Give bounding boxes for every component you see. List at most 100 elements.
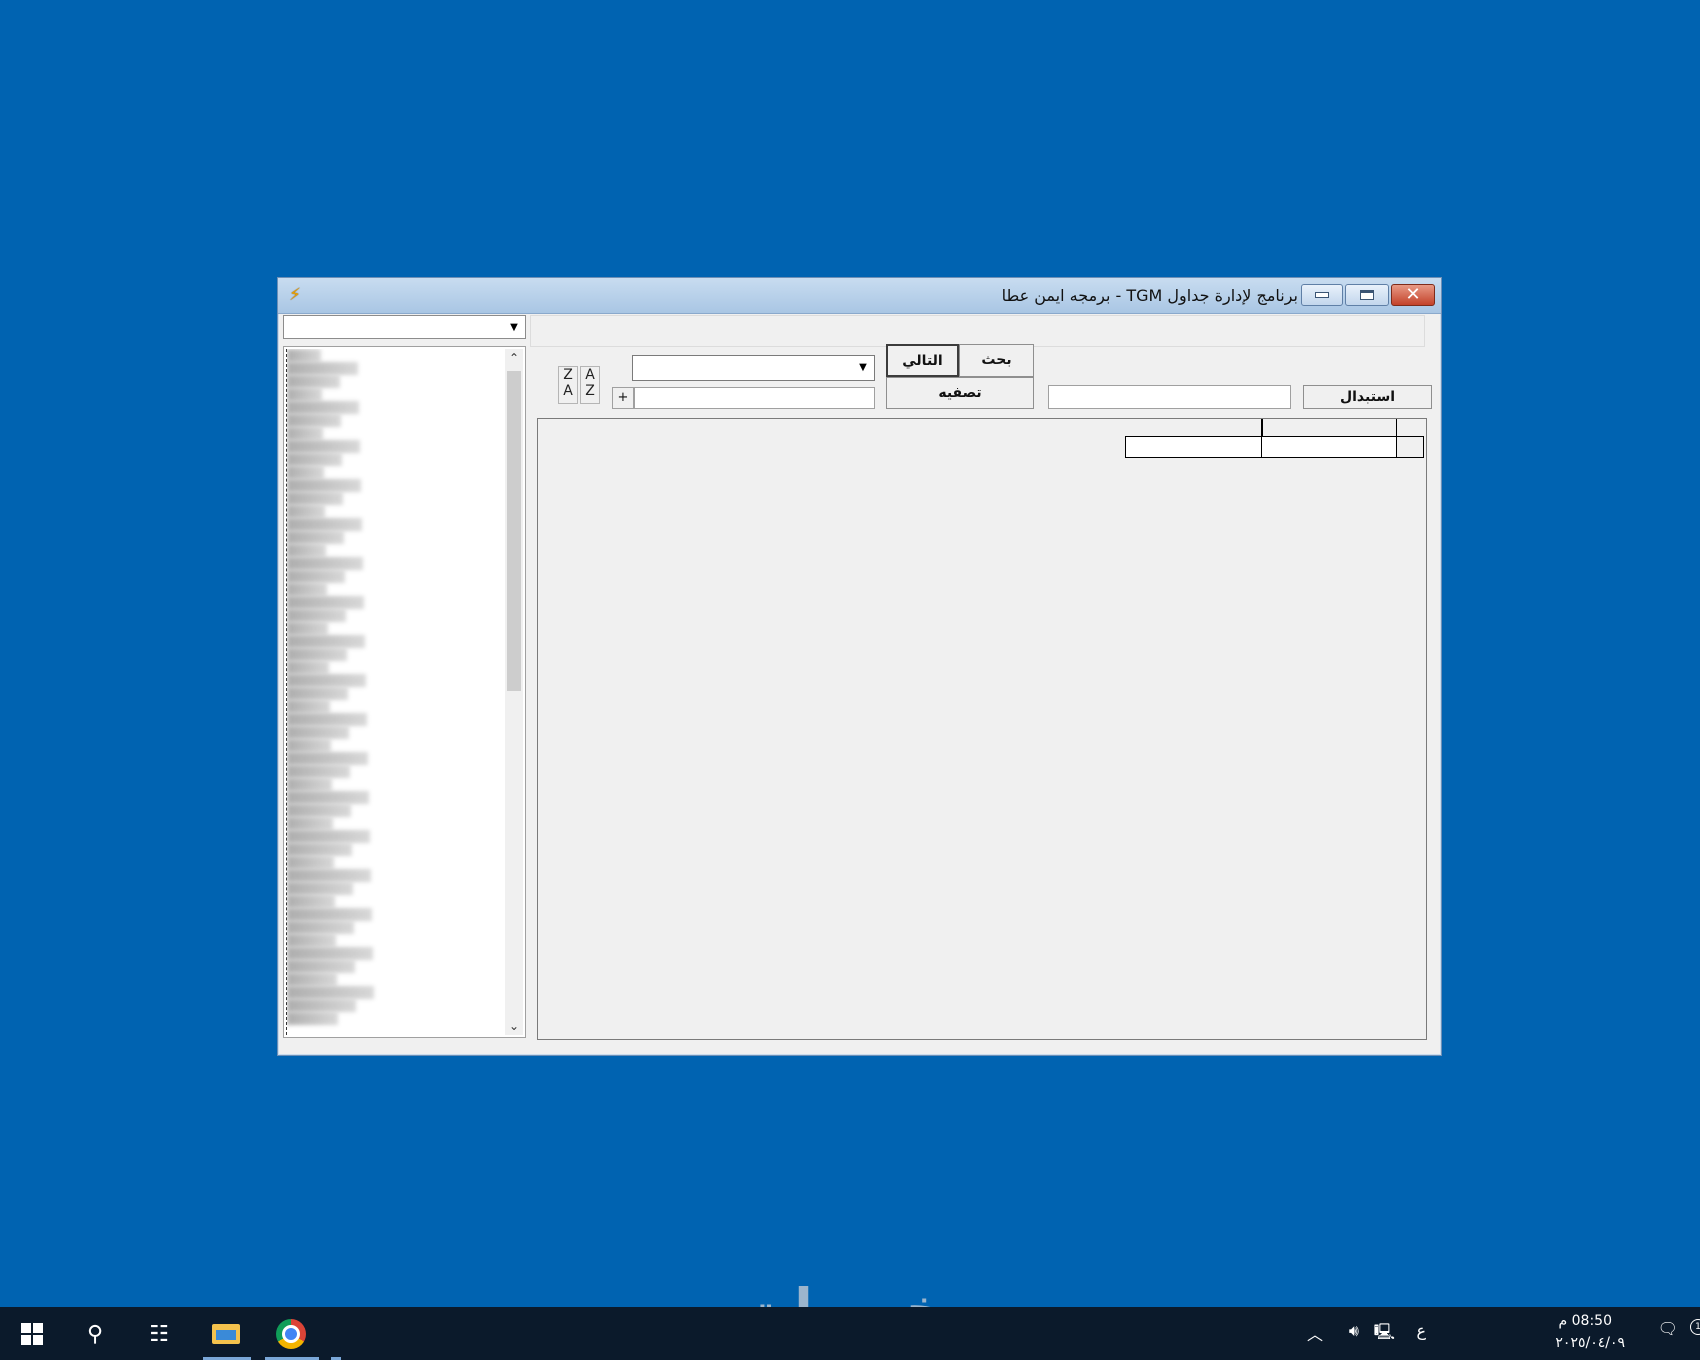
next-button[interactable]: التالي [886, 344, 959, 377]
list-item[interactable] [287, 869, 371, 882]
list-item[interactable] [287, 1012, 338, 1025]
sort-descending-button[interactable]: Z A [558, 366, 578, 404]
list-item[interactable] [287, 661, 329, 674]
minimize-button[interactable] [1301, 284, 1343, 306]
list-item[interactable] [287, 687, 348, 700]
list-item[interactable] [287, 635, 365, 648]
list-item[interactable] [287, 466, 324, 479]
windows-start-icon[interactable] [15, 1317, 49, 1351]
list-item[interactable] [287, 362, 358, 375]
list-item[interactable] [287, 349, 321, 362]
scroll-up-icon[interactable]: ⌃ [505, 349, 523, 367]
list-item[interactable] [287, 973, 337, 986]
list-item[interactable] [287, 596, 364, 609]
chevron-up-icon[interactable]: ︿ [1307, 1321, 1323, 1345]
lightning-icon[interactable]: ⚡ [286, 286, 304, 304]
replace-button[interactable]: استبدال [1303, 385, 1432, 409]
vertical-scrollbar[interactable]: ⌃ ⌄ [505, 349, 523, 1035]
list-item[interactable] [287, 986, 374, 999]
list-item[interactable] [287, 947, 373, 960]
notification-icon[interactable]: 🗨︎ [1658, 1319, 1678, 1338]
task-view-icon[interactable]: ☷ [142, 1317, 176, 1351]
list-item[interactable] [287, 583, 327, 596]
scroll-down-icon[interactable]: ⌄ [505, 1017, 523, 1035]
list-item[interactable] [287, 531, 344, 544]
list-item[interactable] [287, 791, 369, 804]
file-explorer-icon[interactable] [209, 1317, 243, 1351]
list-item[interactable] [287, 804, 351, 817]
search-button[interactable]: بحث [959, 344, 1034, 377]
list-item[interactable] [287, 817, 333, 830]
scroll-thumb[interactable] [507, 371, 521, 691]
list-item[interactable] [287, 401, 359, 414]
list-item[interactable] [287, 544, 326, 557]
list-item[interactable] [287, 388, 322, 401]
grid-cell[interactable] [1261, 436, 1397, 458]
list-item[interactable] [287, 882, 353, 895]
list-item[interactable] [287, 414, 341, 427]
grid-cell[interactable] [1125, 436, 1262, 458]
list-item[interactable] [287, 778, 332, 791]
list-item[interactable] [287, 518, 362, 531]
system-tray: ︿ 🔊︎ 🖳 ع 08:50 م ٢٠٢٥/٠٤/٠٩ 🗨︎ 1 [1280, 1307, 1700, 1360]
maximize-button[interactable] [1345, 284, 1389, 306]
filter-button[interactable]: تصفيه [886, 377, 1034, 409]
list-item[interactable] [287, 557, 363, 570]
close-icon: ✕ [1405, 284, 1421, 305]
grid-row-header[interactable] [1396, 419, 1424, 437]
list-item[interactable] [287, 830, 370, 843]
chrome-icon[interactable] [274, 1317, 308, 1351]
title-bar[interactable]: ⚡ برنامج لإدارة جداول TGM - برمجه ايمن ع… [278, 278, 1441, 314]
list-item[interactable] [287, 609, 346, 622]
list-item[interactable] [287, 739, 331, 752]
table-listbox[interactable]: ⌃ ⌄ [283, 346, 526, 1038]
replace-input[interactable] [1048, 385, 1291, 409]
clock-date[interactable]: ٢٠٢٥/٠٤/٠٩ [1555, 1335, 1625, 1351]
sort-az-top: A [585, 367, 595, 383]
list-item[interactable] [287, 999, 356, 1012]
search-field-combo[interactable]: ▼ [632, 355, 875, 381]
list-item[interactable] [287, 843, 352, 856]
list-item[interactable] [287, 674, 366, 687]
list-item[interactable] [287, 479, 361, 492]
list-item[interactable] [287, 427, 323, 440]
sort-ascending-button[interactable]: A Z [580, 366, 600, 404]
list-item[interactable] [287, 765, 350, 778]
add-button[interactable]: + [612, 387, 634, 409]
network-icon[interactable]: 🖳 [1374, 1321, 1395, 1348]
list-item[interactable] [287, 713, 367, 726]
list-item[interactable] [287, 648, 347, 661]
volume-icon[interactable]: 🔊︎ [1349, 1321, 1359, 1341]
grid-row-header[interactable] [1396, 436, 1424, 458]
search-icon[interactable]: ⚲ [78, 1317, 112, 1351]
list-item[interactable] [287, 921, 354, 934]
search-input[interactable] [634, 387, 875, 409]
data-grid[interactable] [537, 418, 1427, 1040]
close-button[interactable]: ✕ [1391, 284, 1435, 306]
list-item[interactable] [287, 895, 335, 908]
list-item[interactable] [287, 492, 343, 505]
list-item[interactable] [287, 622, 328, 635]
minimize-icon [1315, 292, 1329, 298]
notification-badge: 1 [1690, 1319, 1700, 1335]
list-item[interactable] [287, 934, 336, 947]
list-item[interactable] [287, 726, 349, 739]
grid-header-cell[interactable] [1262, 419, 1396, 437]
list-item[interactable] [287, 453, 342, 466]
list-item[interactable] [287, 505, 325, 518]
list-item[interactable] [287, 700, 330, 713]
chevron-down-icon[interactable]: ▼ [854, 358, 872, 376]
table-select-combo[interactable]: ▼ [283, 315, 526, 339]
list-item[interactable] [287, 440, 360, 453]
grid-header-cell[interactable] [1126, 419, 1262, 437]
list-item[interactable] [287, 908, 372, 921]
chevron-down-icon[interactable]: ▼ [505, 318, 523, 336]
list-item[interactable] [287, 570, 345, 583]
list-item[interactable] [287, 375, 340, 388]
list-item[interactable] [287, 752, 368, 765]
clock-time[interactable]: 08:50 م [1559, 1313, 1612, 1329]
language-indicator[interactable]: ع [1416, 1321, 1426, 1340]
list-item[interactable] [287, 960, 355, 973]
list-item[interactable] [287, 856, 334, 869]
taskbar: ⚲ ☷ ︿ 🔊︎ 🖳 ع 08:50 م ٢٠٢٥/٠٤/٠٩ 🗨︎ 1 [0, 1307, 1700, 1360]
